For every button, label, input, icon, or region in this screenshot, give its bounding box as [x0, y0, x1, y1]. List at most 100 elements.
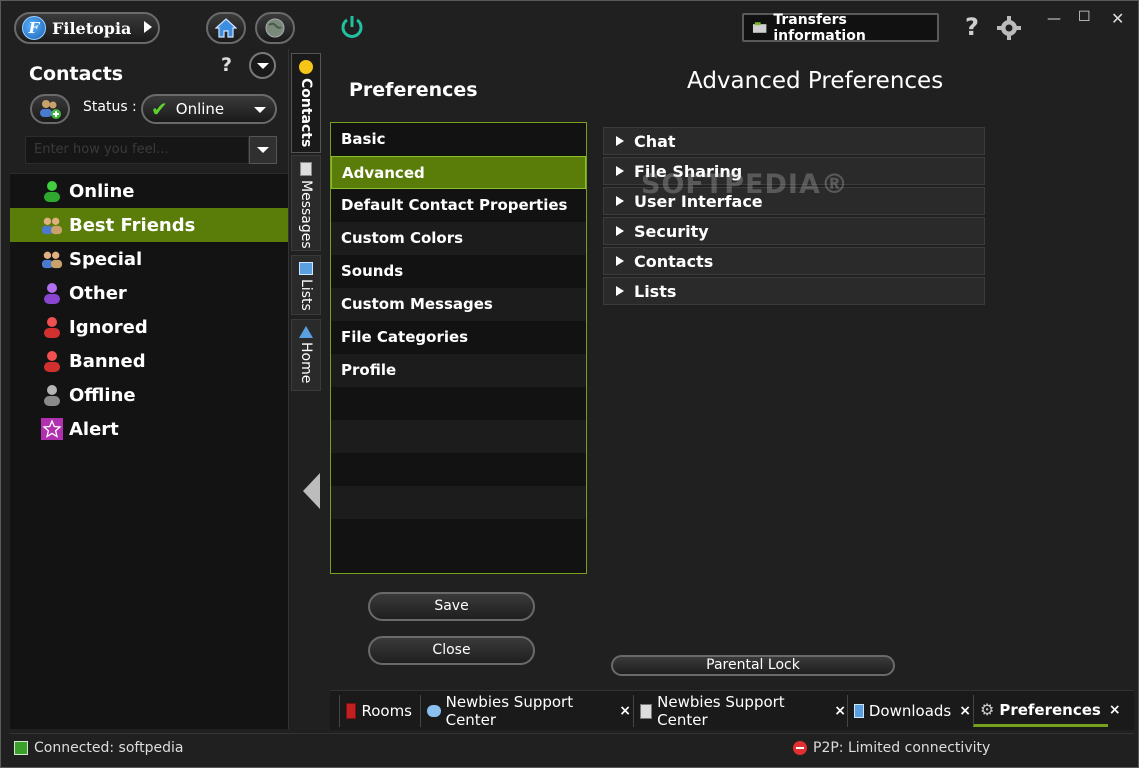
- power-icon[interactable]: [339, 14, 365, 40]
- pref-empty-row: [331, 387, 586, 420]
- book-icon: [346, 703, 357, 719]
- document-icon: [640, 703, 653, 719]
- user-purple-icon: [41, 282, 63, 304]
- pref-item-custom-colors[interactable]: Custom Colors: [331, 222, 586, 255]
- save-button[interactable]: Save: [368, 592, 535, 621]
- contacts-menu-button[interactable]: [249, 52, 276, 79]
- status-dropdown[interactable]: ✔ Online: [141, 94, 277, 124]
- pref-item-advanced[interactable]: Advanced: [331, 156, 586, 189]
- tab-close-icon[interactable]: ×: [619, 703, 631, 719]
- home-button[interactable]: [206, 12, 246, 44]
- home-icon: [299, 326, 313, 338]
- connected-icon: [14, 741, 28, 755]
- globe-icon: [265, 18, 285, 38]
- pref-item-file-categories[interactable]: File Categories: [331, 321, 586, 354]
- tab-messages[interactable]: Messages: [291, 155, 321, 251]
- tab-label: Home: [298, 342, 314, 384]
- section-label: Chat: [634, 131, 676, 151]
- tab-newbies-support-center[interactable]: Newbies Support Center ×: [420, 693, 631, 729]
- gear-icon[interactable]: [997, 16, 1021, 40]
- mood-input[interactable]: Enter how you feel...: [25, 136, 249, 164]
- chevron-down-icon: [256, 62, 269, 69]
- section-label: Contacts: [634, 251, 714, 271]
- status-bar: Connected: softpedia P2P: Limited connec…: [10, 733, 1134, 763]
- tab-rooms[interactable]: Rooms: [339, 695, 420, 727]
- app-name: Filetopia: [52, 18, 132, 38]
- transfer-icon: [752, 21, 767, 33]
- pref-item-sounds[interactable]: Sounds: [331, 255, 586, 288]
- preferences-title: Preferences: [349, 79, 478, 101]
- section-chat[interactable]: Chat: [603, 127, 985, 155]
- group-ignored[interactable]: Ignored: [10, 310, 288, 344]
- pref-empty-row: [331, 486, 586, 519]
- contacts-help-icon[interactable]: ?: [221, 54, 232, 76]
- expand-arrow-icon: [616, 226, 624, 236]
- contacts-panel: Contacts ? Status : ✔ Online Enter how y…: [10, 49, 288, 729]
- close-button[interactable]: Close: [368, 636, 535, 665]
- globe-button[interactable]: [255, 12, 295, 44]
- tab-lists[interactable]: Lists: [291, 255, 321, 315]
- menu-arrow-icon: [144, 21, 152, 33]
- group-label: Ignored: [69, 316, 148, 338]
- expand-arrow-icon: [616, 286, 624, 296]
- group-special[interactable]: Special: [10, 242, 288, 276]
- group-label: Offline: [69, 384, 136, 406]
- help-icon[interactable]: ?: [965, 13, 979, 41]
- group-label: Special: [69, 248, 143, 270]
- contacts-title: Contacts: [29, 63, 124, 85]
- users-group-icon: [41, 248, 63, 270]
- transfers-information-button[interactable]: Transfers information: [742, 12, 939, 44]
- side-tabs: Contacts Messages Lists Home: [288, 49, 326, 729]
- tab-close-icon[interactable]: ×: [1109, 702, 1121, 718]
- tab-newbies-support-center-2[interactable]: Newbies Support Center ×: [633, 693, 846, 729]
- user-red-icon: [41, 316, 63, 338]
- group-best-friends[interactable]: Best Friends: [10, 208, 288, 242]
- group-banned[interactable]: Banned: [10, 344, 288, 378]
- pref-item-custom-messages[interactable]: Custom Messages: [331, 288, 586, 321]
- chat-icon: [427, 705, 441, 717]
- tab-downloads[interactable]: Downloads ×: [847, 695, 971, 727]
- group-alert[interactable]: Alert: [10, 412, 288, 446]
- window-icon: [854, 704, 864, 718]
- tab-home[interactable]: Home: [291, 319, 321, 391]
- contact-groups-list: Online Best Friends Special Other Ignore…: [10, 173, 288, 729]
- section-contacts[interactable]: Contacts: [603, 247, 985, 275]
- tab-close-icon[interactable]: ×: [959, 703, 971, 719]
- messages-icon: [300, 162, 312, 176]
- section-label: Lists: [634, 281, 677, 301]
- pref-empty-row: [331, 453, 586, 486]
- connected-text: Connected: softpedia: [34, 740, 184, 756]
- users-group-icon: [41, 214, 63, 236]
- pref-item-default-contact-properties[interactable]: Default Contact Properties: [331, 189, 586, 222]
- p2p-text: P2P: Limited connectivity: [813, 740, 991, 756]
- group-label: Alert: [69, 418, 119, 440]
- section-lists[interactable]: Lists: [603, 277, 985, 305]
- tab-close-icon[interactable]: ×: [834, 703, 846, 719]
- section-security[interactable]: Security: [603, 217, 985, 245]
- tab-preferences[interactable]: ⚙ Preferences ×: [973, 695, 1121, 727]
- tab-label: Contacts: [298, 78, 314, 148]
- close-window-button[interactable]: ✕: [1111, 9, 1124, 28]
- tab-contacts[interactable]: Contacts: [291, 53, 321, 153]
- maximize-button[interactable]: ☐: [1078, 9, 1091, 25]
- group-label: Online: [69, 180, 135, 202]
- add-user-icon: [40, 100, 61, 119]
- add-contact-button[interactable]: [30, 94, 70, 124]
- mood-dropdown-button[interactable]: [249, 136, 277, 164]
- p2p-status: P2P: Limited connectivity: [793, 740, 990, 756]
- parental-lock-button[interactable]: Parental Lock: [611, 655, 895, 676]
- expand-arrow-icon: [616, 256, 624, 266]
- pref-item-profile[interactable]: Profile: [331, 354, 586, 387]
- group-label: Best Friends: [69, 214, 196, 236]
- group-other[interactable]: Other: [10, 276, 288, 310]
- app-menu-button[interactable]: F Filetopia: [14, 12, 160, 44]
- group-offline[interactable]: Offline: [10, 378, 288, 412]
- star-icon: [41, 418, 63, 440]
- collapse-panel-icon[interactable]: [303, 473, 320, 509]
- minimize-button[interactable]: —: [1047, 11, 1061, 27]
- expand-arrow-icon: [616, 166, 624, 176]
- watermark: SOFTPEDIA®: [641, 169, 849, 200]
- user-red-icon: [41, 350, 63, 372]
- group-online[interactable]: Online: [10, 174, 288, 208]
- pref-item-basic[interactable]: Basic: [331, 123, 586, 156]
